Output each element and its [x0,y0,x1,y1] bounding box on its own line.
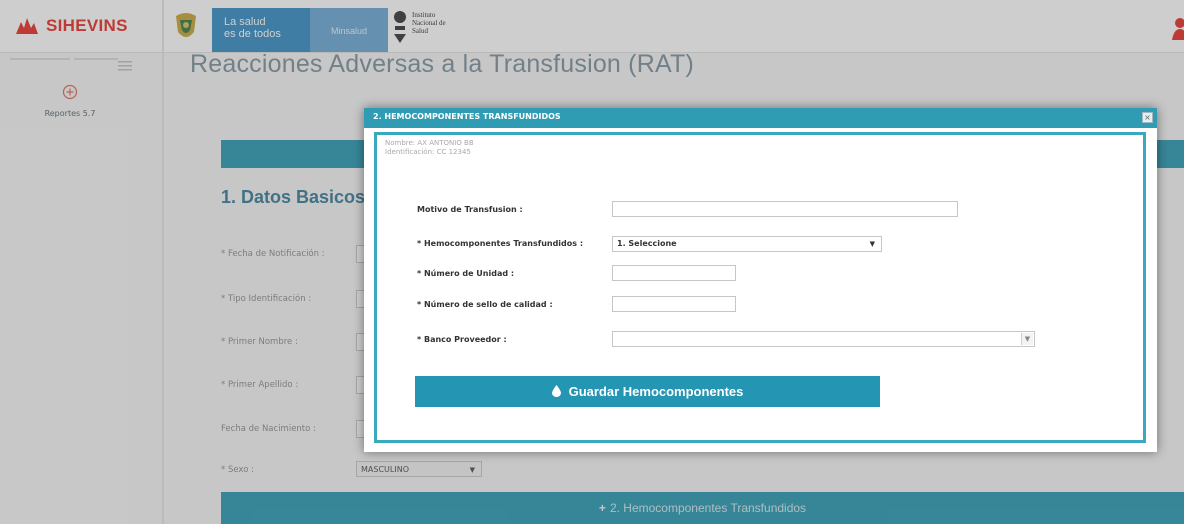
banco-proveedor-select[interactable]: ▼ [612,331,1035,347]
dropdown-arrow-icon: ▼ [1021,333,1033,345]
numero-sello-input[interactable] [612,296,736,312]
label-motivo-transfusion: Motivo de Transfusion : [417,205,523,214]
guardar-hemocomponentes-button[interactable]: Guardar Hemocomponentes [415,376,880,407]
label-numero-unidad: * Número de Unidad : [417,269,515,278]
close-icon[interactable]: × [1142,112,1153,123]
hemocomponentes-modal: 2. HEMOCOMPONENTES TRANSFUNDIDOS × Nombr… [364,108,1157,452]
hemocomponentes-select[interactable]: 1. Seleccione ▼ [612,236,882,252]
save-button-label: Guardar Hemocomponentes [568,384,744,399]
motivo-transfusion-input[interactable] [612,201,958,217]
patient-name: Nombre: AX ANTONIO BB [385,139,474,147]
modal-titlebar[interactable]: 2. HEMOCOMPONENTES TRANSFUNDIDOS × [364,108,1157,128]
label-hemocomponentes: * Hemocomponentes Transfundidos : [417,239,584,248]
label-banco-proveedor: * Banco Proveedor : [417,335,507,344]
patient-id: Identificación: CC 12345 [385,148,471,156]
modal-body: Nombre: AX ANTONIO BB Identificación: CC… [374,132,1146,443]
label-numero-sello: * Número de sello de calidad : [417,300,553,309]
dropdown-arrow-icon: ▼ [869,240,875,248]
hemocomponentes-selected: 1. Seleccione [617,239,677,248]
drop-icon [551,385,561,397]
modal-title: 2. HEMOCOMPONENTES TRANSFUNDIDOS [373,112,561,121]
numero-unidad-input[interactable] [612,265,736,281]
